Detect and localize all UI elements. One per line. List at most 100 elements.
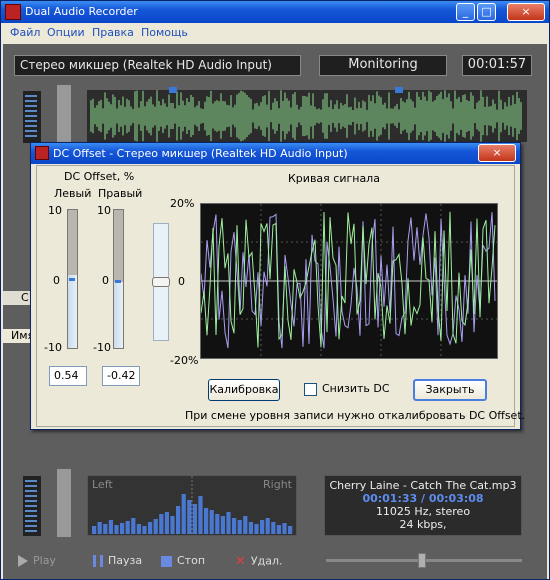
signal-curve-svg (201, 204, 497, 358)
spectrum-bar (187, 500, 192, 534)
seek-thumb[interactable] (418, 553, 426, 568)
pause-button[interactable]: Пауза (93, 554, 142, 567)
spectrum-bar (108, 520, 113, 534)
spectrum-bar (148, 522, 153, 534)
track-format: 11025 Hz, stereo (375, 505, 471, 518)
close-dialog-button[interactable]: Закрыть (413, 379, 487, 401)
signal-curve-title: Кривая сигнала (288, 172, 380, 185)
selection-end-marker[interactable] (395, 87, 403, 93)
spectrum-bar (248, 522, 253, 534)
left-scale-mid: 0 (53, 274, 60, 287)
menu-edit[interactable]: Правка (92, 26, 134, 39)
app-icon (5, 4, 21, 20)
spectrum-bar (142, 526, 147, 534)
dc-offset-label: DC Offset, % (64, 170, 135, 183)
waveform-panel (87, 90, 527, 142)
menu-options[interactable]: Опции (47, 26, 85, 39)
graph-y-top: 20% (170, 197, 195, 210)
play-icon (18, 555, 28, 567)
spectrum-bar (220, 516, 225, 534)
reduce-dc-checkbox[interactable] (304, 383, 317, 396)
spectrum-bar (170, 516, 175, 534)
gain-slider-thumb[interactable] (152, 277, 170, 287)
signal-curve-graph (200, 203, 498, 359)
track-position: 00:01:33 / 00:03:08 (362, 492, 484, 505)
delete-button[interactable]: ✕ Удал. (235, 554, 282, 569)
spectrum-bar (97, 522, 102, 534)
spectrum-bar (103, 524, 108, 534)
selection-start-marker[interactable] (169, 87, 177, 93)
spectrum-bar (232, 518, 237, 534)
delete-icon: ✕ (235, 554, 246, 569)
close-window-button[interactable]: × (507, 3, 545, 21)
spectrum-bar (265, 518, 270, 534)
track-name: Cherry Laine - Catch The Cat.mp3 (329, 479, 517, 492)
left-dc-indicator (69, 278, 75, 281)
spectrum-bar (237, 520, 242, 534)
app-window: Dual Audio Recorder _ □ × Файл Опции Пра… (0, 0, 550, 580)
window-title: Dual Audio Recorder (25, 5, 138, 18)
reduce-dc-label: Снизить DC (322, 382, 390, 395)
spectrum-bar (254, 524, 259, 534)
column-header-name[interactable]: Имя (3, 329, 34, 343)
spectrum-bar (226, 512, 231, 534)
spectrum-bar (125, 521, 130, 534)
menu-bar: Файл Опции Правка Помощь (1, 23, 549, 43)
player-info-panel: Cherry Laine - Catch The Cat.mp3 00:01:3… (324, 475, 522, 536)
menu-file[interactable]: Файл (10, 26, 40, 39)
spectrum-bar (243, 516, 248, 534)
spectrum-bar (215, 514, 220, 534)
stop-button[interactable]: Стоп (161, 554, 205, 567)
spectrum-bar (204, 508, 209, 534)
spectrum-bar (282, 523, 287, 534)
left-scale-top: 10 (48, 204, 62, 217)
minimize-button[interactable]: _ (456, 3, 475, 21)
right-scale-top: 10 (97, 204, 111, 217)
right-channel-label: Правый (98, 187, 143, 200)
right-scale-mid: 0 (102, 274, 109, 287)
mode-display: Monitoring (319, 55, 447, 76)
right-dc-indicator (115, 280, 121, 283)
spectrum-bar (120, 523, 125, 534)
file-tab-fragment[interactable]: С (3, 291, 31, 305)
right-dc-meter (113, 209, 124, 349)
spectrum-bar (198, 496, 203, 534)
calibration-note: При смене уровня записи нужно откалибров… (185, 409, 526, 422)
spectrum-bar (176, 506, 181, 534)
spectrum-bar (288, 526, 293, 534)
spectrum-bar (159, 514, 164, 534)
right-dc-value-field[interactable]: -0.42 (102, 366, 140, 386)
spectrum-bar (92, 526, 97, 534)
menu-help[interactable]: Помощь (141, 26, 188, 39)
spectrum-bar (276, 525, 281, 534)
spectrum-bar (131, 518, 136, 534)
spectrum-bar (164, 512, 169, 534)
input-volume-slider[interactable] (57, 85, 71, 143)
maximize-button[interactable]: □ (477, 3, 496, 21)
spectrum-bar (192, 504, 197, 534)
spectrum-bar (153, 519, 158, 534)
waveform-graphic (87, 90, 527, 142)
spectrum-bar (209, 510, 214, 534)
graph-y-mid: 0 (178, 275, 185, 288)
graph-y-bottom: -20% (170, 354, 199, 367)
output-volume-slider[interactable] (57, 469, 71, 537)
spectrum-bar (114, 525, 119, 534)
left-dc-value-field[interactable]: 0.54 (49, 366, 87, 386)
dc-offset-dialog: DC Offset - Стерео микшер (Realtek HD Au… (30, 142, 525, 430)
spectrum-bar (260, 520, 265, 534)
dialog-title: DC Offset - Стерео микшер (Realtek HD Au… (53, 147, 348, 160)
device-display: Стерео микшер (Realtek HD Audio Input) (14, 55, 301, 76)
play-button[interactable]: Play (18, 554, 56, 567)
right-scale-bottom: -10 (93, 341, 111, 354)
dialog-close-icon[interactable]: × (478, 144, 516, 162)
spectrum-bar (181, 494, 186, 534)
spectrum-bar (136, 524, 141, 534)
output-level-meter (23, 476, 41, 536)
right-dc-meter-fill (114, 281, 123, 348)
calibrate-button[interactable]: Калибровка (208, 379, 280, 401)
spectrum-bars (92, 476, 293, 535)
left-dc-meter-fill (68, 275, 77, 348)
title-bar: Dual Audio Recorder _ □ × (1, 1, 549, 23)
pause-icon (93, 555, 103, 567)
